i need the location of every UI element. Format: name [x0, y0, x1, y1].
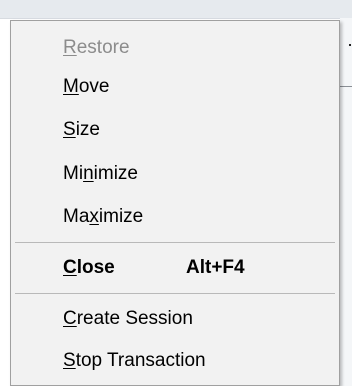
background-toolbar	[0, 0, 352, 19]
menu-item-access-key: S	[63, 350, 76, 371]
menu-item-size[interactable]: Size	[11, 111, 339, 149]
menu-item-label-suffix: ove	[78, 76, 110, 97]
menu-item-label-suffix: reate Session	[76, 308, 193, 329]
menu-separator	[15, 242, 335, 243]
menu-item-label-suffix: lose	[76, 257, 115, 278]
menu-item-close[interactable]: Close Alt+F4	[11, 249, 339, 287]
menu-item-restore: Restore	[11, 29, 339, 67]
menu-item-shortcut: Alt+F4	[186, 257, 245, 278]
menu-item-label-suffix: top Transaction	[75, 350, 206, 371]
menu-item-access-key: C	[63, 308, 77, 329]
menu-item-label-suffix: ize	[75, 119, 100, 140]
system-context-menu: Restore Move Size Minimize Maximize Clos…	[10, 20, 340, 386]
menu-item-label-prefix: Ma	[63, 206, 90, 227]
menu-item-create-session[interactable]: Create Session	[11, 300, 339, 338]
menu-item-label-suffix: imize	[98, 206, 144, 227]
menu-separator	[15, 293, 335, 294]
menu-item-label-suffix: imize	[93, 163, 138, 184]
menu-item-minimize[interactable]: Minimize	[11, 155, 339, 193]
menu-item-label-suffix: estore	[76, 37, 130, 58]
background-mark	[349, 44, 351, 46]
menu-item-access-key: C	[63, 257, 77, 278]
background-divider	[340, 86, 352, 87]
background-panel	[340, 18, 352, 386]
menu-item-stop-transaction[interactable]: Stop Transaction	[11, 342, 339, 380]
menu-item-move[interactable]: Move	[11, 68, 339, 106]
menu-item-access-key: R	[63, 37, 77, 58]
menu-item-access-key: S	[63, 119, 76, 140]
menu-item-access-key: M	[63, 76, 79, 97]
menu-item-access-key: n	[83, 163, 94, 184]
menu-item-access-key: x	[89, 206, 99, 227]
menu-item-label-prefix: Mi	[63, 163, 84, 184]
menu-item-maximize[interactable]: Maximize	[11, 198, 339, 236]
